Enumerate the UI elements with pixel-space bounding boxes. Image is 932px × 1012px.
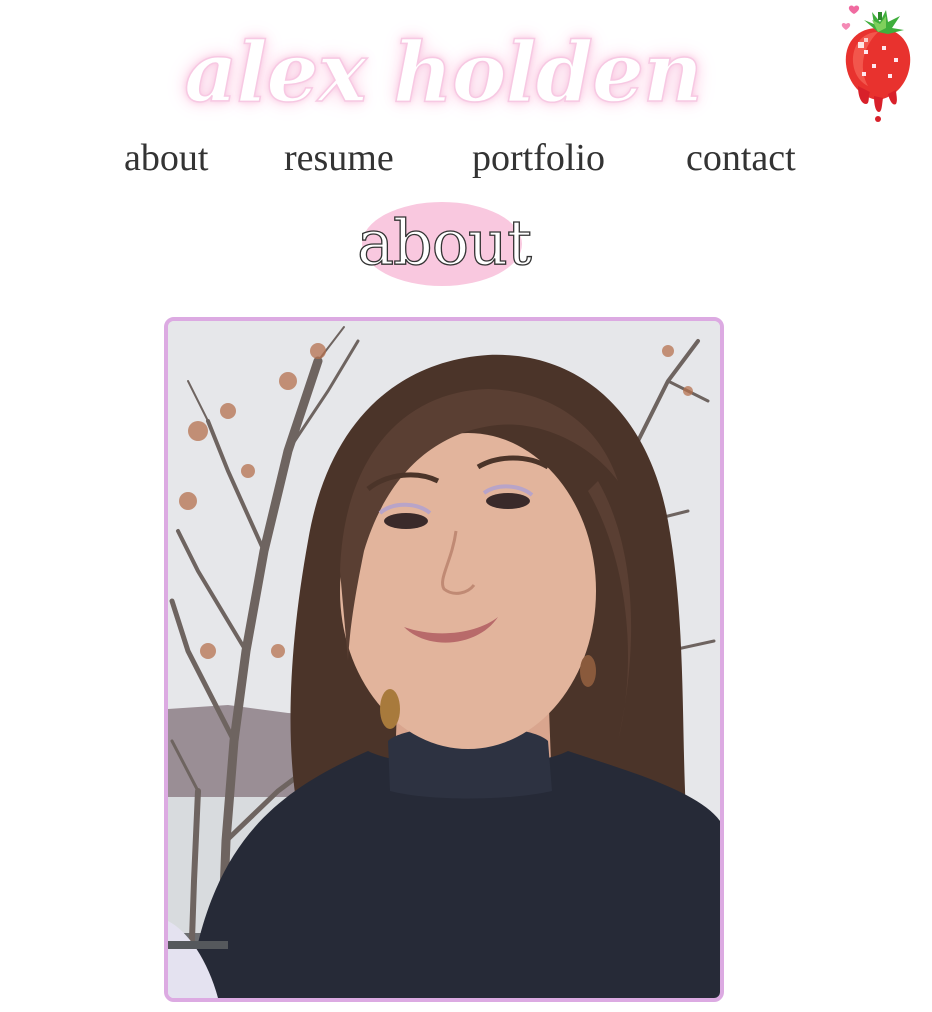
section-heading-block: about [356, 200, 533, 286]
strawberry-icon [838, 2, 918, 126]
nav-link-resume[interactable]: resume [284, 132, 394, 184]
nav-link-portfolio[interactable]: portfolio [472, 132, 605, 184]
section-heading: about [356, 205, 532, 279]
profile-photo [164, 317, 724, 1002]
nav-link-contact[interactable]: contact [686, 132, 796, 184]
nav-link-about[interactable]: about [124, 132, 208, 184]
site-title: alex holden [184, 24, 704, 122]
main-nav: about resume portfolio contact [0, 132, 932, 184]
